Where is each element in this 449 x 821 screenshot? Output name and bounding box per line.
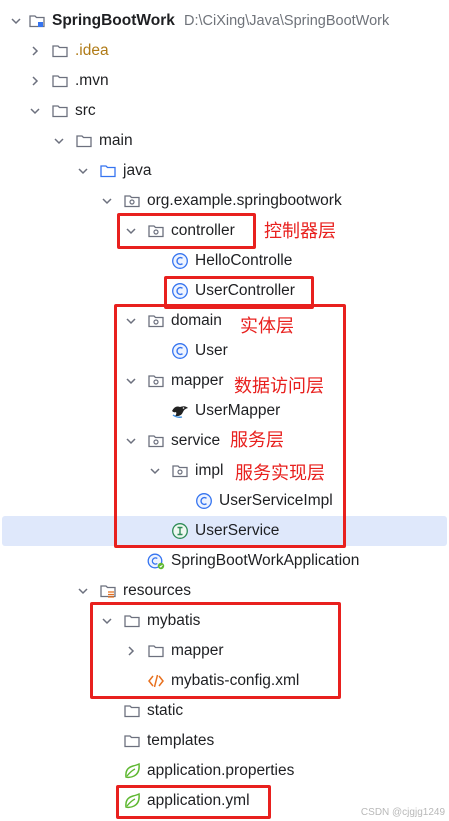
tree-row-idea[interactable]: .idea: [0, 36, 449, 66]
folder-icon: [52, 45, 68, 58]
chevron-right-icon[interactable]: [27, 43, 43, 59]
project-path: D:\CiXing\Java\SpringBootWork: [184, 13, 390, 29]
highlight-box-mybatis: [90, 602, 341, 699]
folder-icon: [124, 735, 140, 748]
spring-boot-class-icon: [147, 553, 165, 570]
class-icon: [172, 253, 188, 269]
tree-row-src[interactable]: src: [0, 96, 449, 126]
file-label: application.properties: [147, 762, 295, 779]
annotation-data-access-layer: 数据访问层: [234, 376, 324, 397]
tree-row-app-properties[interactable]: application.properties: [0, 756, 449, 786]
folder-label: .idea: [75, 42, 109, 59]
folder-icon: [124, 705, 140, 718]
folder-label: resources: [123, 582, 192, 599]
tree-row-package[interactable]: org.example.springbootwork: [0, 186, 449, 216]
chevron-right-icon[interactable]: [27, 73, 43, 89]
folder-label: src: [75, 102, 96, 119]
chevron-down-icon[interactable]: [8, 13, 24, 29]
highlight-box-controller: [117, 213, 256, 249]
class-label: SpringBootWorkApplication: [171, 552, 360, 569]
folder-label: .mvn: [75, 72, 109, 89]
chevron-down-icon[interactable]: [75, 163, 91, 179]
package-icon: [124, 195, 140, 208]
highlight-box-application-yml: [116, 785, 271, 819]
folder-icon: [76, 135, 92, 148]
folder-label: java: [123, 162, 152, 179]
folder-icon: [52, 75, 68, 88]
tree-row-static[interactable]: static: [0, 696, 449, 726]
annotation-entity-layer: 实体层: [240, 316, 294, 337]
chevron-down-icon[interactable]: [51, 133, 67, 149]
folder-label: main: [99, 132, 133, 149]
tree-row-mvn[interactable]: .mvn: [0, 66, 449, 96]
tree-row-main[interactable]: main: [0, 126, 449, 156]
tree-row-templates[interactable]: templates: [0, 726, 449, 756]
resources-folder-icon: [100, 585, 116, 598]
project-name: SpringBootWork: [52, 12, 175, 29]
tree-row-project[interactable]: SpringBootWork D:\CiXing\Java\SpringBoot…: [0, 6, 449, 36]
package-label: org.example.springbootwork: [147, 192, 342, 209]
module-folder-icon: [29, 15, 45, 28]
folder-label: static: [147, 702, 184, 719]
annotation-controller-layer: 控制器层: [264, 221, 336, 242]
folder-label: templates: [147, 732, 215, 749]
chevron-down-icon[interactable]: [99, 193, 115, 209]
watermark: CSDN @cjgjg1249: [360, 807, 445, 818]
annotation-service-impl-layer: 服务实现层: [235, 463, 325, 484]
folder-icon: [52, 105, 68, 118]
chevron-down-icon[interactable]: [75, 583, 91, 599]
tree-row-hello-controller[interactable]: HelloControlle: [0, 246, 449, 276]
chevron-down-icon[interactable]: [27, 103, 43, 119]
tree-row-app-class[interactable]: SpringBootWorkApplication: [0, 546, 449, 576]
annotation-service-layer: 服务层: [230, 430, 284, 451]
tree-row-java[interactable]: java: [0, 156, 449, 186]
spring-config-icon: [125, 762, 140, 779]
source-folder-icon: [100, 165, 116, 178]
class-label: HelloControlle: [195, 252, 293, 269]
